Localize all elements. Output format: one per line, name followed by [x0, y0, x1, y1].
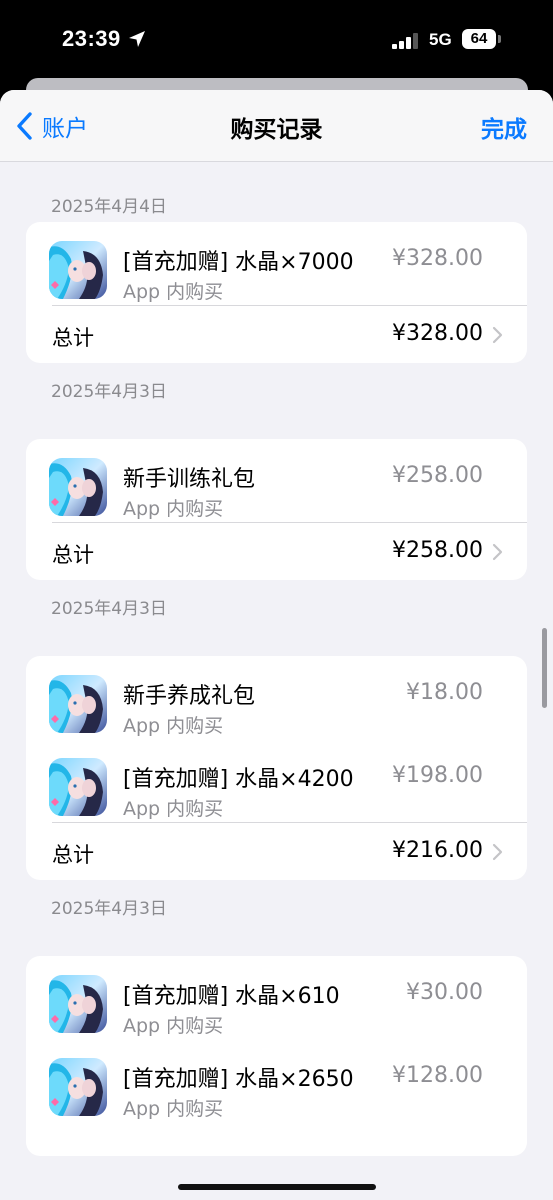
chevron-right-icon: [492, 543, 503, 561]
purchase-item: [首充加赠] 水晶×7000 App 内购买 ¥328.00: [26, 222, 527, 305]
app-icon: [49, 758, 107, 816]
item-price: ¥18.00: [406, 680, 483, 705]
app-icon: [49, 975, 107, 1033]
purchase-card: 新手养成礼包 App 内购买 ¥18.00 [首充加赠] 水晶×4200 App…: [26, 656, 527, 880]
item-price: ¥328.00: [392, 246, 483, 271]
item-subtitle: App 内购买: [123, 1015, 224, 1037]
item-name: [首充加赠] 水晶×4200: [123, 767, 354, 792]
done-button[interactable]: 完成: [481, 110, 527, 144]
app-icon: [49, 241, 107, 299]
item-subtitle: App 内购买: [123, 1098, 224, 1120]
item-price: ¥198.00: [392, 763, 483, 788]
total-row[interactable]: 总计 ¥216.00: [52, 822, 527, 880]
purchase-card: [首充加赠] 水晶×610 App 内购买 ¥30.00 [首充加赠] 水晶×2…: [26, 956, 527, 1156]
purchase-item: [首充加赠] 水晶×4200 App 内购买 ¥198.00: [26, 739, 527, 822]
item-price: ¥258.00: [392, 463, 483, 488]
total-row[interactable]: 总计 ¥258.00: [52, 522, 527, 580]
total-row[interactable]: 总计 ¥328.00: [52, 305, 527, 363]
item-name: [首充加赠] 水晶×610: [123, 984, 340, 1009]
battery-tip: [498, 35, 501, 43]
item-name: 新手养成礼包: [123, 684, 256, 709]
purchase-item: 新手养成礼包 App 内购买 ¥18.00: [26, 656, 527, 739]
total-value: ¥328.00: [392, 321, 483, 346]
item-price: ¥30.00: [406, 980, 483, 1005]
location-arrow-icon: [129, 31, 145, 47]
battery-icon: 64: [462, 29, 496, 49]
total-label: 总计: [52, 843, 94, 867]
date-header: 2025年4月3日: [51, 599, 167, 619]
date-header: 2025年4月4日: [51, 197, 167, 217]
navigation-bar: 账户 购买记录 完成: [0, 90, 553, 162]
page-title: 购买记录: [230, 117, 323, 143]
home-indicator[interactable]: [178, 1184, 376, 1190]
date-header: 2025年4月3日: [51, 899, 167, 919]
purchase-item: 新手训练礼包 App 内购买 ¥258.00: [26, 439, 527, 522]
app-icon: [49, 1058, 107, 1116]
item-subtitle: App 内购买: [123, 281, 224, 303]
total-label: 总计: [52, 543, 94, 567]
app-icon: [49, 675, 107, 733]
item-name: [首充加赠] 水晶×2650: [123, 1067, 354, 1092]
date-header: 2025年4月3日: [51, 382, 167, 402]
total-value: ¥258.00: [392, 538, 483, 563]
purchase-item: [首充加赠] 水晶×2650 App 内购买 ¥128.00: [26, 1039, 527, 1122]
network-type: 5G: [429, 30, 452, 49]
purchase-item: [首充加赠] 水晶×610 App 内购买 ¥30.00: [26, 956, 527, 1039]
cellular-signal-icon: [392, 33, 418, 49]
status-bar: 23:39 5G 64: [0, 0, 553, 80]
chevron-right-icon: [492, 326, 503, 344]
purchase-history-sheet: 账户 购买记录 完成 2025年4月4日 [首充加赠] 水晶×7000 App …: [0, 90, 553, 1200]
item-subtitle: App 内购买: [123, 798, 224, 820]
item-price: ¥128.00: [392, 1063, 483, 1088]
total-label: 总计: [52, 326, 94, 350]
scroll-indicator[interactable]: [542, 628, 547, 708]
item-subtitle: App 内购买: [123, 715, 224, 737]
purchase-card: [首充加赠] 水晶×7000 App 内购买 ¥328.00 总计 ¥328.0…: [26, 222, 527, 363]
purchase-list: 2025年4月4日 [首充加赠] 水晶×7000 App 内购买 ¥328.00…: [0, 162, 553, 1156]
chevron-right-icon: [492, 843, 503, 861]
item-name: 新手训练礼包: [123, 467, 256, 492]
status-time: 23:39: [62, 26, 121, 51]
total-value: ¥216.00: [392, 838, 483, 863]
item-subtitle: App 内购买: [123, 498, 224, 520]
purchase-card: 新手训练礼包 App 内购买 ¥258.00 总计 ¥258.00: [26, 439, 527, 580]
item-name: [首充加赠] 水晶×7000: [123, 250, 354, 275]
app-icon: [49, 458, 107, 516]
